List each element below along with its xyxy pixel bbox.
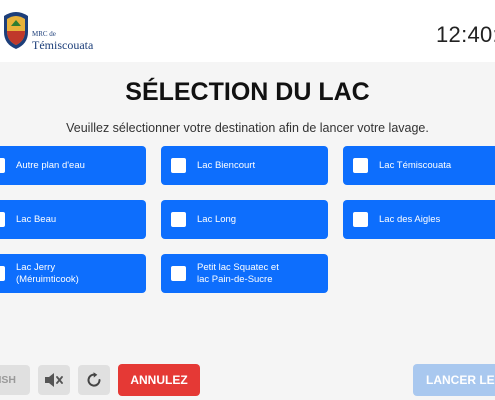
logo-small-text: MRC de [32, 30, 56, 38]
page-title: SÉLECTION DU LAC [125, 78, 370, 106]
lake-option-petit-lac-squatec[interactable]: Petit lac Squatec et lac Pain-de-Sucre [161, 254, 328, 293]
launch-wash-button[interactable]: LANCER LE L [413, 364, 495, 396]
lake-option-label: Petit lac Squatec et lac Pain-de-Sucre [197, 261, 279, 285]
header-bar: MRC de Témiscouata 12:40:5 [0, 0, 495, 62]
logo-big-text: Témiscouata [32, 38, 94, 52]
page-subtitle: Veuillez sélectionner votre destination … [66, 121, 429, 135]
language-button-label: LISH [0, 374, 16, 386]
lake-option-label: Autre plan d'eau [16, 159, 85, 171]
lake-option-label: Lac Long [197, 213, 237, 225]
crest-logo-icon [4, 12, 28, 49]
lake-option-lac-jerry[interactable]: Lac Jerry (Méruimticook) [0, 254, 146, 293]
mrc-logo: MRC de Témiscouata [2, 10, 112, 54]
checkbox[interactable] [171, 212, 186, 227]
lake-option-label: Lac Témiscouata [379, 159, 452, 171]
lake-option-lac-biencourt[interactable]: Lac Biencourt [161, 146, 328, 185]
clock: 12:40:5 [436, 22, 495, 47]
reset-button[interactable] [78, 365, 110, 395]
lake-option-lac-des-aigles[interactable]: Lac des Aigles [343, 200, 495, 239]
lake-option-label: Lac des Aigles [379, 213, 441, 225]
lake-option-lac-temiscouata[interactable]: Lac Témiscouata [343, 146, 495, 185]
speaker-mute-icon [45, 373, 63, 387]
checkbox[interactable] [353, 158, 368, 173]
cancel-button[interactable]: ANNULEZ [118, 364, 200, 396]
language-button[interactable]: LISH [0, 365, 30, 395]
mute-button[interactable] [38, 365, 70, 395]
lake-option-autre-plan-deau[interactable]: Autre plan d'eau [0, 146, 146, 185]
checkbox[interactable] [353, 212, 368, 227]
checkbox[interactable] [171, 158, 186, 173]
checkbox[interactable] [0, 212, 5, 227]
lake-option-label: Lac Beau [16, 213, 57, 225]
reset-icon [87, 372, 101, 387]
checkbox[interactable] [0, 266, 5, 281]
lake-option-lac-beau[interactable]: Lac Beau [0, 200, 146, 239]
checkbox[interactable] [171, 266, 186, 281]
lake-option-lac-long[interactable]: Lac Long [161, 200, 328, 239]
lake-option-label: Lac Biencourt [197, 159, 256, 171]
checkbox[interactable] [0, 158, 5, 173]
lake-option-label: Lac Jerry (Méruimticook) [16, 261, 79, 285]
